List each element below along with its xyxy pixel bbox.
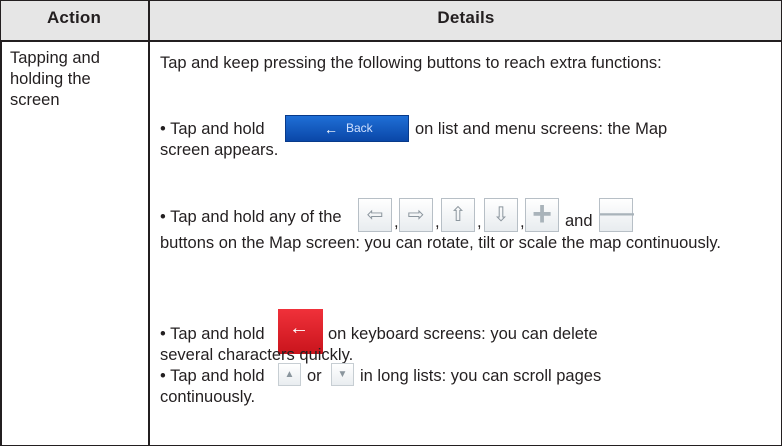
- separator-comma: ,: [435, 213, 440, 231]
- item2-text-line2: buttons on the Map screen: you can rotat…: [160, 234, 722, 252]
- left-arrow-icon: ⇦: [366, 204, 384, 226]
- item4-text-after: in long lists: you can scroll pages: [360, 367, 602, 385]
- scroll-up-button: ▲: [278, 363, 301, 386]
- scroll-down-button: ▼: [331, 363, 354, 386]
- up-arrow-button: ⇧: [441, 198, 475, 232]
- item2-and: and: [565, 212, 593, 230]
- down-arrow-button: ⇩: [484, 198, 518, 232]
- item1-text-before: • Tap and hold: [160, 120, 265, 138]
- right-arrow-icon: ⇨: [407, 204, 425, 226]
- separator-comma: ,: [394, 213, 399, 231]
- item4-or: or: [307, 367, 322, 385]
- table-top-border: [0, 0, 782, 1]
- left-arrow-button: ⇦: [358, 198, 392, 232]
- scroll-up-icon: ▲: [284, 369, 295, 380]
- item3-text-before: • Tap and hold: [160, 325, 265, 343]
- back-button: ← Back: [285, 115, 409, 142]
- table-left-border: [0, 41, 2, 446]
- item1-text-after: on list and menu screens: the Map: [415, 120, 668, 138]
- details-intro: Tap and keep pressing the following butt…: [160, 54, 662, 72]
- delete-arrow-icon: ←: [289, 317, 309, 339]
- header-details: Details: [437, 8, 495, 27]
- down-arrow-icon: ⇩: [492, 204, 510, 226]
- separator-comma: ,: [520, 213, 525, 231]
- scroll-down-icon: ▼: [337, 369, 348, 380]
- back-button-label: Back: [346, 121, 373, 135]
- help-table: Action Details Tapping and holding the s…: [0, 0, 782, 446]
- plus-icon: +: [532, 195, 552, 233]
- minus-icon: —: [600, 193, 634, 231]
- separator-comma: ,: [477, 213, 482, 231]
- action-cell: Tapping and holding the screen: [10, 49, 100, 109]
- column-divider: [148, 0, 150, 446]
- minus-button: —: [599, 195, 634, 232]
- item4-text-before: • Tap and hold: [160, 367, 265, 385]
- item2-text-before: • Tap and hold any of the: [160, 208, 342, 226]
- header-action: Action: [46, 8, 102, 27]
- right-arrow-button: ⇨: [399, 198, 433, 232]
- item4-text-line2: continuously.: [160, 388, 256, 406]
- left-arrow-icon: ←: [324, 121, 338, 137]
- header-bottom-border: [0, 40, 782, 42]
- item3-text-after: on keyboard screens: you can delete: [328, 325, 598, 343]
- item1-text-line2: screen appears.: [160, 141, 279, 159]
- up-arrow-icon: ⇧: [449, 204, 467, 226]
- item3-text-line2: several characters quickly.: [160, 346, 354, 364]
- plus-button: +: [525, 195, 559, 233]
